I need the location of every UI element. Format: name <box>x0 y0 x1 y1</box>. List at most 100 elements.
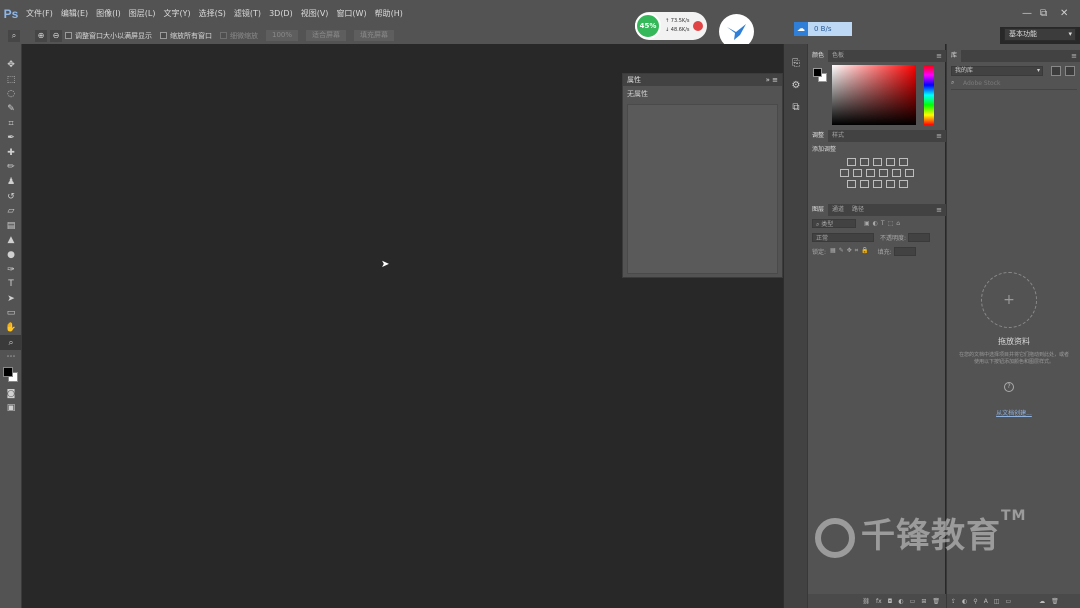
saturation-field[interactable] <box>832 65 916 125</box>
grid-view-icon[interactable] <box>1051 66 1061 76</box>
menu-select[interactable]: 选择(S) <box>195 0 230 27</box>
invert-icon[interactable] <box>846 180 856 188</box>
filter-icons[interactable]: ▣◐T⬚⌂ <box>864 220 903 227</box>
hand-tool-icon[interactable]: ✋ <box>0 321 22 336</box>
add-brush-icon[interactable]: ▭ <box>1005 598 1011 605</box>
channels-icon[interactable]: ⧉ <box>784 96 808 118</box>
crop-tool-icon[interactable]: ⌗ <box>0 116 22 131</box>
lasso-tool-icon[interactable]: ◌ <box>0 87 22 102</box>
percent-button[interactable]: 100% <box>266 30 299 41</box>
fx-icon[interactable]: fx <box>876 598 882 605</box>
adjust-icon[interactable]: ⚙ <box>784 74 808 96</box>
screen-mode-icon[interactable]: ▣ <box>0 401 22 416</box>
quick-select-tool-icon[interactable]: ✎ <box>0 102 22 117</box>
fit-screen-button[interactable]: 适合屏幕 <box>306 30 347 41</box>
color-lookup-icon[interactable] <box>905 169 914 177</box>
checkbox-icon[interactable] <box>160 32 167 39</box>
history-brush-tool-icon[interactable]: ↺ <box>0 189 22 204</box>
menu-layer[interactable]: 图层(L) <box>125 0 160 27</box>
threshold-icon[interactable] <box>872 180 882 188</box>
new-layer-icon[interactable]: ⊞ <box>921 598 926 605</box>
healing-brush-tool-icon[interactable]: ✚ <box>0 146 22 161</box>
foreground-color[interactable] <box>3 367 13 378</box>
panel-menu-icon[interactable]: ≡ <box>936 130 942 142</box>
fill-screen-button[interactable]: 填充屏幕 <box>354 30 395 41</box>
opacity-input[interactable] <box>908 232 931 242</box>
properties-header[interactable]: 属性 » ≡ <box>623 74 782 86</box>
brush-tool-icon[interactable]: ✏ <box>0 160 22 175</box>
speed-widget[interactable]: ☁ 0 B/s <box>794 22 852 36</box>
layer-filter-dropdown[interactable]: ⌕ 类型 <box>812 218 856 228</box>
posterize-icon[interactable] <box>859 180 869 188</box>
toolbox-grip[interactable] <box>0 44 21 58</box>
tab-styles[interactable]: 样式 <box>828 130 848 142</box>
more-tools-icon[interactable]: ⋯ <box>0 350 22 365</box>
panel-menu-icon[interactable]: ≡ <box>936 50 942 62</box>
hue-sat-icon[interactable] <box>840 169 849 177</box>
menu-3d[interactable]: 3D(D) <box>265 0 297 27</box>
gradient-map-icon[interactable] <box>898 180 908 188</box>
resize-windows-option[interactable]: 调整窗口大小以满屏显示 <box>65 31 152 41</box>
vibrance-icon[interactable] <box>898 158 908 166</box>
zoom-all-option[interactable]: 缩放所有窗口 <box>160 31 212 41</box>
color-balance-icon[interactable] <box>853 169 862 177</box>
list-view-icon[interactable] <box>1065 66 1075 76</box>
add-text-icon[interactable]: A <box>984 598 988 605</box>
workspace-dropdown[interactable]: 基本功能 <box>1004 28 1076 41</box>
blur-tool-icon[interactable]: ▲ <box>0 233 22 248</box>
scrubby-zoom-option[interactable]: 细微缩放 <box>220 31 258 41</box>
add-content-icon[interactable]: + <box>981 272 1037 328</box>
zoom-tool-icon[interactable]: ⌕ <box>0 335 22 350</box>
trash-icon[interactable]: 🗑 <box>1051 598 1059 605</box>
exposure-icon[interactable] <box>885 158 895 166</box>
channel-mixer-icon[interactable] <box>892 169 901 177</box>
panel-menu-icon[interactable]: ≡ <box>1071 50 1077 62</box>
panel-menu-icon[interactable]: » ≡ <box>766 74 778 86</box>
add-graphic-icon[interactable]: ⇪ <box>951 598 956 605</box>
add-style-icon[interactable]: ⚲ <box>973 598 977 605</box>
gradient-tool-icon[interactable]: ▤ <box>0 219 22 234</box>
restore-button[interactable]: ⧉ <box>1040 8 1047 19</box>
group-icon[interactable]: ▭ <box>910 598 916 605</box>
quick-mask-icon[interactable]: ◙ <box>0 386 22 401</box>
foreground-color[interactable] <box>813 68 822 77</box>
tab-adjustments[interactable]: 调整 <box>808 130 829 142</box>
minimize-button[interactable]: — <box>1022 8 1032 19</box>
curves-icon[interactable] <box>872 158 882 166</box>
blend-mode-dropdown[interactable]: 正常 <box>812 232 874 242</box>
panel-menu-icon[interactable]: ≡ <box>936 204 942 216</box>
path-select-tool-icon[interactable]: ➤ <box>0 292 22 307</box>
tab-color[interactable]: 颜色 <box>808 50 829 62</box>
add-color-icon[interactable]: ◐ <box>962 598 967 605</box>
zoom-tool-preset-icon[interactable]: ⌕ <box>8 29 20 42</box>
hue-slider[interactable] <box>924 65 934 125</box>
brightness-icon[interactable] <box>846 158 856 166</box>
close-button[interactable]: ✕ <box>1060 8 1068 19</box>
tab-paths[interactable]: 路径 <box>848 204 868 216</box>
selective-color-icon[interactable] <box>885 180 895 188</box>
zoom-in-icon[interactable]: ⊕ <box>35 29 47 42</box>
create-from-document-link[interactable]: 从文档创建... <box>947 408 1080 417</box>
trash-icon[interactable]: 🗑 <box>932 598 940 605</box>
pen-tool-icon[interactable]: ✑ <box>0 262 22 277</box>
eyedropper-tool-icon[interactable]: ✒ <box>0 131 22 146</box>
checkbox-icon[interactable] <box>220 32 227 39</box>
levels-icon[interactable] <box>859 158 869 166</box>
menu-edit[interactable]: 编辑(E) <box>57 0 92 27</box>
tab-layers[interactable]: 图层 <box>808 204 829 216</box>
marquee-tool-icon[interactable]: ⬚ <box>0 73 22 88</box>
library-search-input[interactable]: Adobe Stock <box>951 79 1077 90</box>
adjustment-layer-icon[interactable]: ◐ <box>898 598 903 605</box>
menu-view[interactable]: 视图(V) <box>297 0 333 27</box>
fill-input[interactable] <box>893 246 916 256</box>
help-icon[interactable]: ? <box>1004 382 1014 392</box>
menu-window[interactable]: 窗口(W) <box>332 0 370 27</box>
tab-channels[interactable]: 通道 <box>828 204 848 216</box>
mask-icon[interactable]: ◘ <box>888 598 893 605</box>
lock-icons[interactable]: ▦✎✥⌗🔒 <box>830 247 872 255</box>
tab-library[interactable]: 库 <box>947 50 962 62</box>
menu-type[interactable]: 文字(Y) <box>159 0 194 27</box>
photo-filter-icon[interactable] <box>879 169 888 177</box>
cloud-sync-icon[interactable]: ☁ <box>1039 598 1045 605</box>
menu-help[interactable]: 帮助(H) <box>371 0 407 27</box>
